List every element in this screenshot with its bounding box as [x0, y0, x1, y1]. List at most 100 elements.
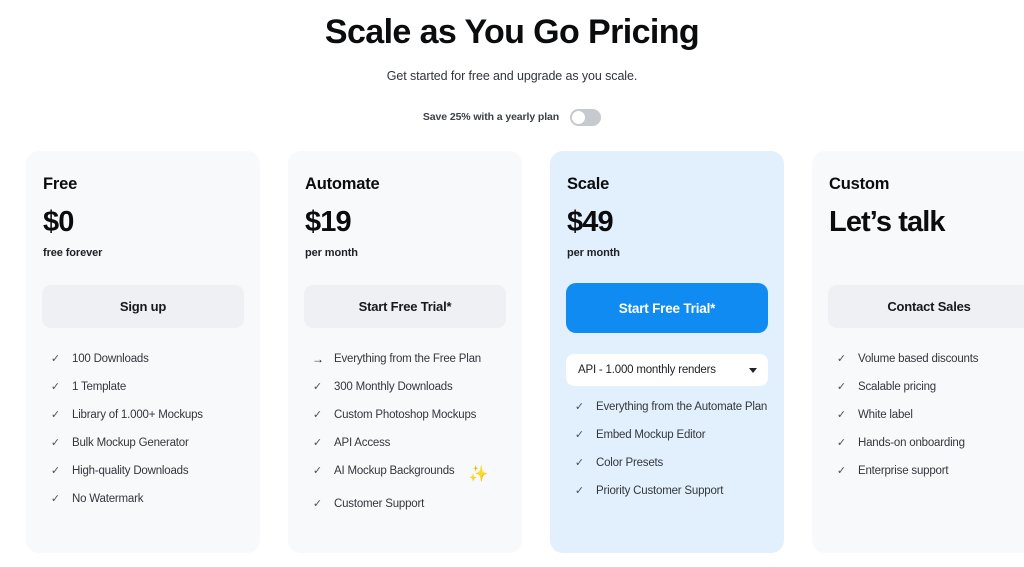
feature-list: ✓ Everything from the Automate Plan ✓ Embed…	[566, 400, 768, 499]
feature-label: Color Presets	[596, 457, 664, 470]
pricing-cards: Free $0 free forever Sign up ✓ 100 Downloads ✓…	[26, 151, 1024, 553]
feature-item: ✓ AI Mockup Backgrounds ✨	[304, 464, 506, 497]
feature-label: Hands-on onboarding	[858, 437, 965, 450]
plan-name: Free	[43, 175, 78, 193]
plan-cta-button[interactable]: Contact Sales	[828, 285, 1024, 329]
pricing-header: Scale as You Go Pricing Get started for …	[0, 0, 1024, 126]
billing-toggle-row: Save 25% with a yearly plan	[0, 108, 1024, 126]
check-icon: ✓	[312, 409, 323, 422]
feature-list: ✓ 100 Downloads ✓ 1 Template ✓ Library of 1.0…	[42, 352, 244, 507]
feature-label: 100 Downloads	[72, 353, 149, 366]
page-subtitle: Get started for free and upgrade as you …	[386, 68, 638, 83]
feature-item: ✓ API Access	[304, 436, 506, 464]
sparkle-icon: ✨	[468, 466, 489, 484]
check-icon: ✓	[836, 437, 847, 450]
feature-label: Library of 1.000+ Mockups	[72, 409, 203, 422]
check-icon: ✓	[50, 381, 61, 394]
plan-cta-button[interactable]: Start Free Trial*	[566, 283, 768, 334]
feature-item: ✓ Priority Customer Support	[566, 484, 768, 499]
plan-period: per month	[305, 247, 358, 260]
plan-price: $0	[43, 206, 74, 238]
check-icon: ✓	[574, 457, 585, 470]
plan-price: $49	[567, 206, 614, 238]
feature-item: ✓ No Watermark	[42, 492, 244, 507]
feature-item: ✓ Customer Support	[304, 497, 506, 512]
pricing-card-free: Free $0 free forever Sign up ✓ 100 Downloads ✓…	[26, 151, 260, 553]
pricing-card-automate: Automate $19 per month Start Free Trial* → Ev…	[288, 151, 522, 553]
plan-period	[828, 247, 1024, 260]
feature-item: ✓ Embed Mockup Editor	[566, 428, 768, 456]
plan-cta-button[interactable]: Sign up	[42, 285, 244, 329]
feature-label: Customer Support	[334, 498, 425, 511]
plan-name: Automate	[305, 175, 380, 193]
check-icon: ✓	[50, 493, 61, 506]
api-plan-select[interactable]: API - 1.000 monthly renders	[566, 354, 768, 387]
feature-item: ✓ Hands-on onboarding	[828, 436, 1024, 464]
pricing-card-custom: Custom Let’s talk Contact Sales ✓ Volume bas…	[812, 151, 1024, 553]
plan-cta-button[interactable]: Start Free Trial*	[304, 285, 506, 329]
feature-label: AI Mockup Backgrounds	[334, 465, 455, 478]
check-icon: ✓	[836, 465, 847, 478]
feature-item: ✓ High-quality Downloads	[42, 464, 244, 492]
feature-list: → Everything from the Free Plan ✓ 300 Month…	[304, 352, 506, 512]
feature-label: Everything from the Automate Plan	[596, 401, 768, 414]
feature-item: ✓ Enterprise support	[828, 464, 1024, 479]
feature-item: ✓ Bulk Mockup Generator	[42, 436, 244, 464]
pricing-card-scale: Scale $49 per month Start Free Trial* API - …	[550, 151, 784, 553]
check-icon: ✓	[50, 465, 61, 478]
feature-label: Enterprise support	[858, 465, 949, 478]
feature-label: API Access	[334, 437, 391, 450]
check-icon: ✓	[50, 409, 61, 422]
check-icon: ✓	[312, 465, 323, 478]
chevron-down-icon	[749, 367, 757, 373]
page-title: Scale as You Go Pricing	[324, 13, 700, 51]
yearly-billing-toggle[interactable]	[570, 108, 602, 126]
plan-price: Let’s talk	[829, 206, 946, 238]
feature-label: Bulk Mockup Generator	[72, 437, 189, 450]
check-icon: ✓	[574, 485, 585, 498]
feature-label: Volume based discounts	[858, 353, 979, 366]
check-icon: ✓	[50, 353, 61, 366]
feature-label: No Watermark	[72, 493, 144, 506]
feature-item: ✓ Color Presets	[566, 456, 768, 484]
feature-label: Priority Customer Support	[596, 485, 724, 498]
feature-item: ✓ Library of 1.000+ Mockups	[42, 408, 244, 436]
check-icon: ✓	[836, 409, 847, 422]
feature-item: ✓ Scalable pricing	[828, 380, 1024, 408]
feature-item: ✓ 100 Downloads	[42, 352, 244, 380]
check-icon: ✓	[574, 401, 585, 414]
feature-item: ✓ Volume based discounts	[828, 352, 1024, 380]
billing-toggle-label: Save 25% with a yearly plan	[422, 111, 560, 124]
feature-item: → Everything from the Free Plan	[304, 352, 506, 380]
feature-label: Custom Photoshop Mockups	[334, 409, 477, 422]
check-icon: ✓	[836, 381, 847, 394]
check-icon: ✓	[312, 381, 323, 394]
arrow-right-icon: →	[312, 352, 324, 367]
check-icon: ✓	[50, 437, 61, 450]
check-icon: ✓	[312, 498, 323, 511]
check-icon: ✓	[574, 429, 585, 442]
feature-item: ✓ 1 Template	[42, 380, 244, 408]
feature-label: Everything from the Free Plan	[334, 353, 481, 366]
toggle-knob	[572, 110, 586, 124]
plan-period: per month	[567, 247, 620, 260]
plan-period: free forever	[43, 247, 103, 260]
feature-label: Scalable pricing	[858, 381, 936, 394]
check-icon: ✓	[312, 437, 323, 450]
plan-name: Scale	[567, 175, 610, 193]
feature-label: 300 Monthly Downloads	[334, 381, 453, 394]
pricing-page: Scale as You Go Pricing Get started for …	[0, 0, 1024, 567]
plan-price: $19	[305, 206, 352, 238]
feature-label: High-quality Downloads	[72, 465, 189, 478]
feature-label: White label	[858, 409, 913, 422]
feature-item: ✓ 300 Monthly Downloads	[304, 380, 506, 408]
api-plan-select-value: API - 1.000 monthly renders	[578, 364, 716, 377]
plan-name: Custom	[829, 175, 890, 193]
feature-item: ✓ Custom Photoshop Mockups	[304, 408, 506, 436]
feature-label: 1 Template	[72, 381, 127, 394]
feature-item: ✓ White label	[828, 408, 1024, 436]
feature-list: ✓ Volume based discounts ✓ Scalable pricing…	[828, 352, 1024, 479]
feature-label: Embed Mockup Editor	[596, 429, 706, 442]
feature-item: ✓ Everything from the Automate Plan	[566, 400, 768, 428]
check-icon: ✓	[836, 353, 847, 366]
